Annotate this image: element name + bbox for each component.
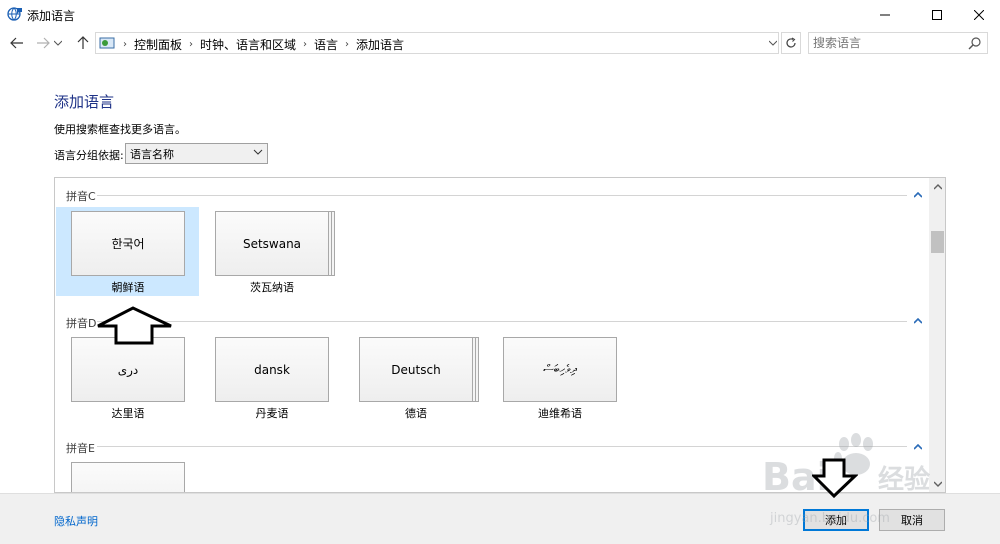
- chevron-up-icon: [933, 183, 942, 189]
- window-title: 添加语言: [27, 9, 76, 23]
- minimize-button[interactable]: [862, 0, 908, 29]
- back-arrow-icon: [10, 37, 23, 49]
- chevron-down-icon: [253, 149, 263, 155]
- language-name-german: 德语: [405, 407, 427, 420]
- tile-native-text: ދިވެހިބަސް: [543, 362, 577, 376]
- tile-native-text: dansk: [254, 362, 290, 377]
- language-name-setswana: 茨瓦纳语: [250, 281, 294, 294]
- search-hint: 使用搜索框查找更多语言。: [54, 123, 186, 136]
- language-name-korean: 朝鲜语: [111, 281, 145, 294]
- control-panel-icon: [99, 37, 115, 49]
- group-by-select[interactable]: 语言名称: [125, 143, 268, 164]
- watermark-url: jingyan.baidu.com: [769, 511, 890, 526]
- minimize-icon: [880, 14, 890, 15]
- close-icon: [974, 9, 984, 20]
- chevron-down-icon: [54, 40, 62, 46]
- breadcrumb-add-language[interactable]: 添加语言: [356, 36, 404, 53]
- navigation-bar: › 控制面板 › 时钟、语言和区域 › 语言 › 添加语言: [0, 29, 1000, 57]
- section-divider: [97, 321, 907, 322]
- breadcrumb-language[interactable]: 语言: [314, 36, 338, 53]
- language-tile-dari[interactable]: دری: [71, 337, 185, 402]
- section-collapse-c[interactable]: [912, 189, 924, 201]
- section-divider: [97, 195, 907, 196]
- forward-arrow-icon: [37, 37, 50, 49]
- close-button[interactable]: [956, 0, 1000, 29]
- group-by-value: 语言名称: [130, 148, 174, 161]
- group-by-label: 语言分组依据:: [54, 149, 124, 162]
- section-header-d: 拼音D: [66, 317, 97, 330]
- scroll-up-button[interactable]: [929, 178, 945, 195]
- tile-native-text: Deutsch: [391, 362, 441, 377]
- section-header-e: 拼音E: [66, 442, 95, 455]
- language-name-dari: 达里语: [111, 407, 145, 420]
- breadcrumb-clock-language-region[interactable]: 时钟、语言和区域: [200, 36, 296, 53]
- forward-button[interactable]: [33, 33, 53, 53]
- breadcrumb-separator: ›: [303, 39, 308, 50]
- back-button[interactable]: [7, 33, 27, 53]
- up-arrow-icon: [77, 36, 89, 49]
- breadcrumb-control-panel[interactable]: 控制面板: [134, 36, 182, 53]
- chevron-down-icon: [769, 40, 777, 46]
- breadcrumb-separator: ›: [189, 39, 194, 50]
- tile-native-text: 한국어: [111, 237, 145, 251]
- tile-native-text: دری: [117, 362, 139, 377]
- recent-locations-button[interactable]: [52, 33, 64, 53]
- title-bar: 添加语言: [0, 0, 1000, 29]
- section-collapse-d[interactable]: [912, 315, 924, 327]
- annotation-up-arrow-icon: [97, 306, 172, 345]
- chevron-up-icon: [914, 192, 922, 198]
- language-tile-setswana[interactable]: Setswana: [215, 211, 329, 276]
- main-content: 添加语言 使用搜索框查找更多语言。 语言分组依据: 语言名称 拼音C 한국어 朝…: [0, 57, 1000, 493]
- search-input[interactable]: [813, 35, 963, 51]
- language-name-divehi: 迪维希语: [538, 407, 582, 420]
- maximize-button[interactable]: [914, 0, 960, 29]
- globe-language-icon: [7, 7, 22, 21]
- language-tile-korean[interactable]: 한국어: [71, 211, 185, 276]
- language-name-danish: 丹麦语: [255, 407, 289, 420]
- maximize-icon: [932, 9, 942, 20]
- address-dropdown-button[interactable]: [766, 33, 780, 53]
- annotation-down-arrow-icon: [812, 458, 858, 498]
- watermark-brand-2: 经验: [878, 464, 930, 495]
- breadcrumb-separator: ›: [345, 39, 350, 50]
- scroll-thumb[interactable]: [931, 231, 944, 253]
- breadcrumb-separator: ›: [123, 39, 127, 50]
- up-button[interactable]: [73, 33, 93, 53]
- address-bar[interactable]: › 控制面板 › 时钟、语言和区域 › 语言 › 添加语言: [95, 32, 779, 54]
- chevron-up-icon: [914, 318, 922, 324]
- refresh-button[interactable]: [781, 32, 801, 54]
- language-tile-danish[interactable]: dansk: [215, 337, 329, 402]
- privacy-link[interactable]: 隐私声明: [54, 513, 98, 529]
- section-header-c: 拼音C: [66, 190, 96, 203]
- page-title: 添加语言: [54, 93, 115, 111]
- language-tile-divehi[interactable]: ދިވެހިބަސް: [503, 337, 617, 402]
- breadcrumb: › 控制面板 › 时钟、语言和区域 › 语言 › 添加语言: [116, 36, 404, 53]
- search-box[interactable]: [808, 32, 988, 54]
- search-icon[interactable]: [968, 36, 982, 50]
- tile-native-text: Setswana: [242, 236, 302, 251]
- baidu-watermark: Bai 经验 jingyan.baidu.com: [762, 433, 930, 526]
- refresh-icon: [786, 37, 796, 48]
- language-tile-german[interactable]: Deutsch: [359, 337, 473, 402]
- language-tile-partial[interactable]: [71, 462, 185, 492]
